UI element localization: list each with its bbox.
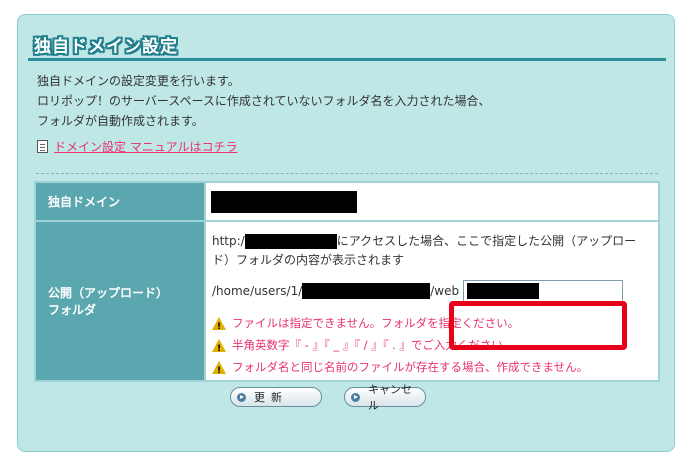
description-line: 独自ドメインの設定変更を行います。 [37,74,240,88]
highlight-box [449,301,627,350]
divider [36,173,658,174]
action-buttons: 更新 キャンセル [230,383,426,412]
domain-label: 独自ドメイン [48,195,121,209]
public-folder-value-cell: http:/にアクセスした場合、ここで指定した公開（アップロード）フォルダの内容… [204,220,660,382]
url-prefix: http:/ [212,234,245,248]
warning-icon [212,338,226,359]
arrow-right-icon [237,392,246,402]
update-button-label: 更新 [254,391,288,404]
description: 独自ドメインの設定変更を行います。 ロリポップ！のサーバースペースに作成されてい… [37,71,657,131]
folder-path: /home/users/1/ /web [212,280,652,302]
folder-name-input[interactable] [463,280,624,302]
warning-text: フォルダ名と同じ名前のファイルが存在する場合、作成できません。 [232,359,589,374]
table-row: 独自ドメイン [34,181,660,222]
path-prefix: /home/users/1/ [212,283,303,298]
domain-label-cell: 独自ドメイン [34,181,206,222]
table-row: 公開（アップロード） フォルダ http:/にアクセスした場合、ここで指定した公… [34,220,660,382]
public-folder-label: 公開（アップロード） [48,286,169,300]
warning-item: フォルダ名と同じ名前のファイルが存在する場合、作成できません。 [212,357,652,381]
redacted-folder-name [467,283,540,299]
domain-form-table: 独自ドメイン 公開（アップロード） フォルダ http:/にアクセスした場合、こ… [34,181,660,382]
arrow-right-icon [351,392,360,402]
warning-icon [212,360,226,381]
domain-value-cell [204,181,660,222]
path-suffix: /web [430,283,460,298]
description-line: ロリポップ！のサーバースペースに作成されていないフォルダ名を入力された場合、 [37,94,491,108]
description-line: フォルダが自動作成されます。 [37,114,204,128]
redacted-user-id [302,283,431,299]
manual-link[interactable]: ドメイン設定 マニュアルはコチラ [37,137,237,155]
public-folder-label-2: フォルダ [48,303,97,317]
document-icon [37,139,48,153]
access-info: http:/にアクセスした場合、ここで指定した公開（アップロード）フォルダの内容… [212,232,642,270]
redacted-url [244,234,337,249]
page-title: 独自ドメイン設定 [34,37,178,57]
update-button[interactable]: 更新 [230,387,322,407]
cancel-button[interactable]: キャンセル [344,383,426,412]
title-bar: 独自ドメイン設定 [28,29,666,61]
redacted-domain [211,191,357,213]
warning-icon [212,316,226,337]
manual-link-label[interactable]: ドメイン設定 マニュアルはコチラ [54,138,237,155]
public-folder-label-cell: 公開（アップロード） フォルダ [34,220,206,382]
cancel-button-label: キャンセル [368,383,412,412]
